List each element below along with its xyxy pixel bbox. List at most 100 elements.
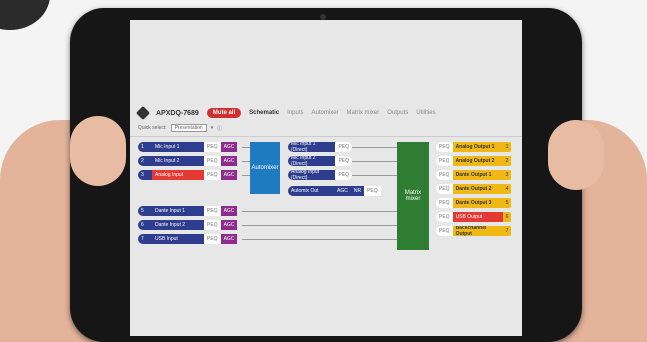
direct-out-name: Analog Input (Direct) <box>288 170 336 180</box>
device-logo-icon <box>135 105 151 121</box>
agc-button[interactable]: AGC <box>220 142 238 152</box>
output-name: Dante Output 3 <box>452 198 503 208</box>
output-row[interactable]: PEQ Dante Output 3 5 <box>436 198 514 208</box>
tab-matrix-mixer[interactable]: Matrix mixer <box>347 110 380 116</box>
peq-button[interactable]: PEQ <box>436 142 453 152</box>
chevron-down-icon[interactable]: ▾ <box>211 125 214 131</box>
tab-outputs[interactable]: Outputs <box>387 110 408 116</box>
input-name: Dante Input 1 <box>152 206 204 216</box>
output-row[interactable]: PEQ Dante Output 2 4 <box>436 184 514 194</box>
direct-out-row[interactable]: Analog Input (Direct) PEQ <box>288 170 352 180</box>
output-name: USB Output <box>452 212 503 222</box>
input-row[interactable]: 6 Dante Input 2 PEQ AGC <box>138 220 242 230</box>
input-number: 5 <box>138 206 152 216</box>
agc-button[interactable]: AGC <box>220 220 238 230</box>
output-name: Backchannel Output <box>452 226 503 236</box>
output-row[interactable]: PEQ USB Output 6 <box>436 212 514 222</box>
output-row[interactable]: PEQ Analog Output 2 2 <box>436 156 514 166</box>
peq-button[interactable]: PEQ <box>335 142 352 152</box>
input-name: USB Input <box>152 234 204 244</box>
matrix-mixer-block[interactable]: Matrix mixer <box>397 142 429 250</box>
input-number: 6 <box>138 220 152 230</box>
connection-line <box>242 211 397 212</box>
input-name: Dante Input 2 <box>152 220 204 230</box>
tab-utilities[interactable]: Utilities <box>416 110 435 116</box>
connection-line <box>242 239 397 240</box>
input-number: 7 <box>138 234 152 244</box>
agc-button[interactable]: AGC <box>220 206 238 216</box>
connection-line <box>352 147 397 148</box>
peq-button[interactable]: PEQ <box>204 234 221 244</box>
peq-button[interactable]: PEQ <box>335 156 352 166</box>
left-thumb <box>70 116 126 186</box>
preset-select[interactable]: Presentation <box>170 124 207 132</box>
input-name: Mic Input 2 <box>152 156 204 166</box>
output-number: 7 <box>502 226 512 236</box>
peq-button[interactable]: PEQ <box>436 170 453 180</box>
agc-button[interactable]: AGC <box>220 170 238 180</box>
peq-button[interactable]: PEQ <box>436 156 453 166</box>
app-header: APXDQ-7689 Mute all Schematic Inputs Aut… <box>135 105 436 121</box>
input-row[interactable]: 2 Mic Input 2 PEQ AGC <box>138 156 242 166</box>
peq-button[interactable]: PEQ <box>436 212 453 222</box>
input-row[interactable]: 5 Dante Input 1 PEQ AGC <box>138 206 242 216</box>
app-screen: APXDQ-7689 Mute all Schematic Inputs Aut… <box>130 20 522 336</box>
peq-button[interactable]: PEQ <box>204 220 221 230</box>
tab-inputs[interactable]: Inputs <box>287 110 303 116</box>
direct-out-name: Mic Input 2 (Direct) <box>288 156 336 166</box>
connection-line <box>352 175 397 176</box>
connection-line <box>242 225 397 226</box>
preset-label: Quick select: <box>138 125 167 131</box>
output-number: 1 <box>502 142 512 152</box>
output-name: Dante Output 2 <box>452 184 503 194</box>
output-name: Analog Output 2 <box>452 156 503 166</box>
automix-out-name: Automix Out <box>288 186 334 196</box>
input-row[interactable]: 1 Mic Input 1 PEQ AGC <box>138 142 242 152</box>
preset-bar: Quick select: Presentation ▾ ⓘ <box>138 124 222 132</box>
tablet-device: APXDQ-7689 Mute all Schematic Inputs Aut… <box>70 8 582 342</box>
direct-out-row[interactable]: Mic Input 2 (Direct) PEQ <box>288 156 352 166</box>
output-row[interactable]: PEQ Backchannel Output 7 <box>436 226 514 236</box>
automix-out-row[interactable]: Automix Out AGC NR PEQ <box>288 186 388 196</box>
peq-button[interactable]: PEQ <box>204 156 221 166</box>
connection-line <box>242 147 250 148</box>
tab-schematic[interactable]: Schematic <box>249 110 279 116</box>
input-row[interactable]: 7 USB Input PEQ AGC <box>138 234 242 244</box>
agc-button[interactable]: AGC <box>220 156 238 166</box>
divider <box>130 136 522 137</box>
tab-automixer[interactable]: Automixer <box>312 110 339 116</box>
peq-button[interactable]: PEQ <box>204 206 221 216</box>
input-number: 1 <box>138 142 152 152</box>
peq-button[interactable]: PEQ <box>436 198 453 208</box>
output-name: Analog Output 1 <box>452 142 503 152</box>
input-name: Analog Input <box>152 170 204 180</box>
automixer-block[interactable]: Automixer <box>250 142 280 194</box>
nr-button[interactable]: NR <box>350 186 365 196</box>
right-thumb <box>548 120 604 190</box>
agc-button[interactable]: AGC <box>334 186 351 196</box>
input-number: 3 <box>138 170 152 180</box>
agc-button[interactable]: AGC <box>220 234 238 244</box>
output-number: 4 <box>502 184 512 194</box>
input-row[interactable]: 3 Analog Input PEQ AGC <box>138 170 242 180</box>
output-number: 3 <box>502 170 512 180</box>
connection-line <box>242 175 250 176</box>
connection-line <box>352 161 397 162</box>
peq-button[interactable]: PEQ <box>204 170 221 180</box>
peq-button[interactable]: PEQ <box>436 184 453 194</box>
peq-button[interactable]: PEQ <box>364 186 381 196</box>
background-decoration <box>0 0 50 30</box>
direct-out-name: Mic Input 1 (Direct) <box>288 142 336 152</box>
peq-button[interactable]: PEQ <box>204 142 221 152</box>
connection-line <box>242 161 250 162</box>
device-name: APXDQ-7689 <box>156 109 199 117</box>
direct-out-row[interactable]: Mic Input 1 (Direct) PEQ <box>288 142 352 152</box>
info-icon[interactable]: ⓘ <box>217 125 222 132</box>
output-row[interactable]: PEQ Dante Output 1 3 <box>436 170 514 180</box>
output-name: Dante Output 1 <box>452 170 503 180</box>
peq-button[interactable]: PEQ <box>436 226 453 236</box>
peq-button[interactable]: PEQ <box>335 170 352 180</box>
output-row[interactable]: PEQ Analog Output 1 1 <box>436 142 514 152</box>
output-number: 2 <box>502 156 512 166</box>
mute-all-button[interactable]: Mute all <box>206 108 242 118</box>
